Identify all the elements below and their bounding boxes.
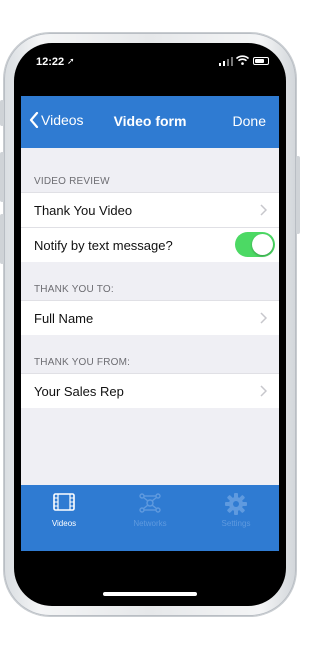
form-content: VIDEO REVIEW Thank You Video Notify by t… (21, 148, 279, 485)
row-label: Notify by text message? (34, 238, 173, 253)
row-label: Full Name (34, 311, 94, 326)
tab-settings[interactable]: Settings (193, 493, 279, 528)
phone-screen: 12:22 ➚ Videos Video form Done VIDEO REV… (21, 44, 279, 604)
row-your-sales-rep[interactable]: Your Sales Rep (21, 373, 279, 408)
notch (69, 44, 231, 70)
chevron-right-icon (260, 312, 267, 324)
row-thank-you-video[interactable]: Thank You Video (21, 192, 279, 227)
notify-text-toggle[interactable] (235, 232, 275, 257)
chevron-right-icon (260, 385, 267, 397)
row-full-name[interactable]: Full Name (21, 300, 279, 335)
navigation-bar: Videos Video form Done (21, 96, 279, 148)
row-notify-by-text: Notify by text message? (21, 227, 279, 262)
status-bar: 12:22 ➚ (21, 44, 279, 96)
done-button[interactable]: Done (233, 113, 266, 129)
power-button (296, 156, 300, 234)
status-time: 12:22 (36, 56, 65, 68)
network-icon (139, 493, 161, 513)
toggle-knob (252, 234, 273, 255)
section-header-video-review: VIDEO REVIEW (34, 176, 110, 187)
battery-icon (253, 57, 269, 65)
tab-label: Settings (221, 519, 251, 528)
volume-down-button (0, 214, 4, 264)
home-area (21, 551, 279, 604)
chevron-right-icon (260, 204, 267, 216)
tab-videos[interactable]: Videos (21, 493, 107, 528)
section-header-thank-you-to: THANK YOU TO: (34, 284, 114, 295)
gear-icon (225, 493, 247, 515)
tab-bar: Videos Networks Settings (21, 485, 279, 551)
tab-networks[interactable]: Networks (107, 493, 193, 528)
section-header-thank-you-from: THANK YOU FROM: (34, 357, 131, 368)
cellular-signal-icon (219, 57, 233, 66)
row-label: Thank You Video (34, 203, 133, 218)
wifi-icon (236, 55, 249, 65)
mute-switch (0, 100, 4, 126)
row-label: Your Sales Rep (34, 384, 124, 399)
tab-label: Videos (51, 519, 77, 528)
location-arrow-icon: ➚ (67, 56, 75, 66)
home-indicator[interactable] (103, 592, 197, 596)
volume-up-button (0, 152, 4, 202)
film-icon (53, 493, 75, 511)
tab-label: Networks (133, 519, 167, 528)
